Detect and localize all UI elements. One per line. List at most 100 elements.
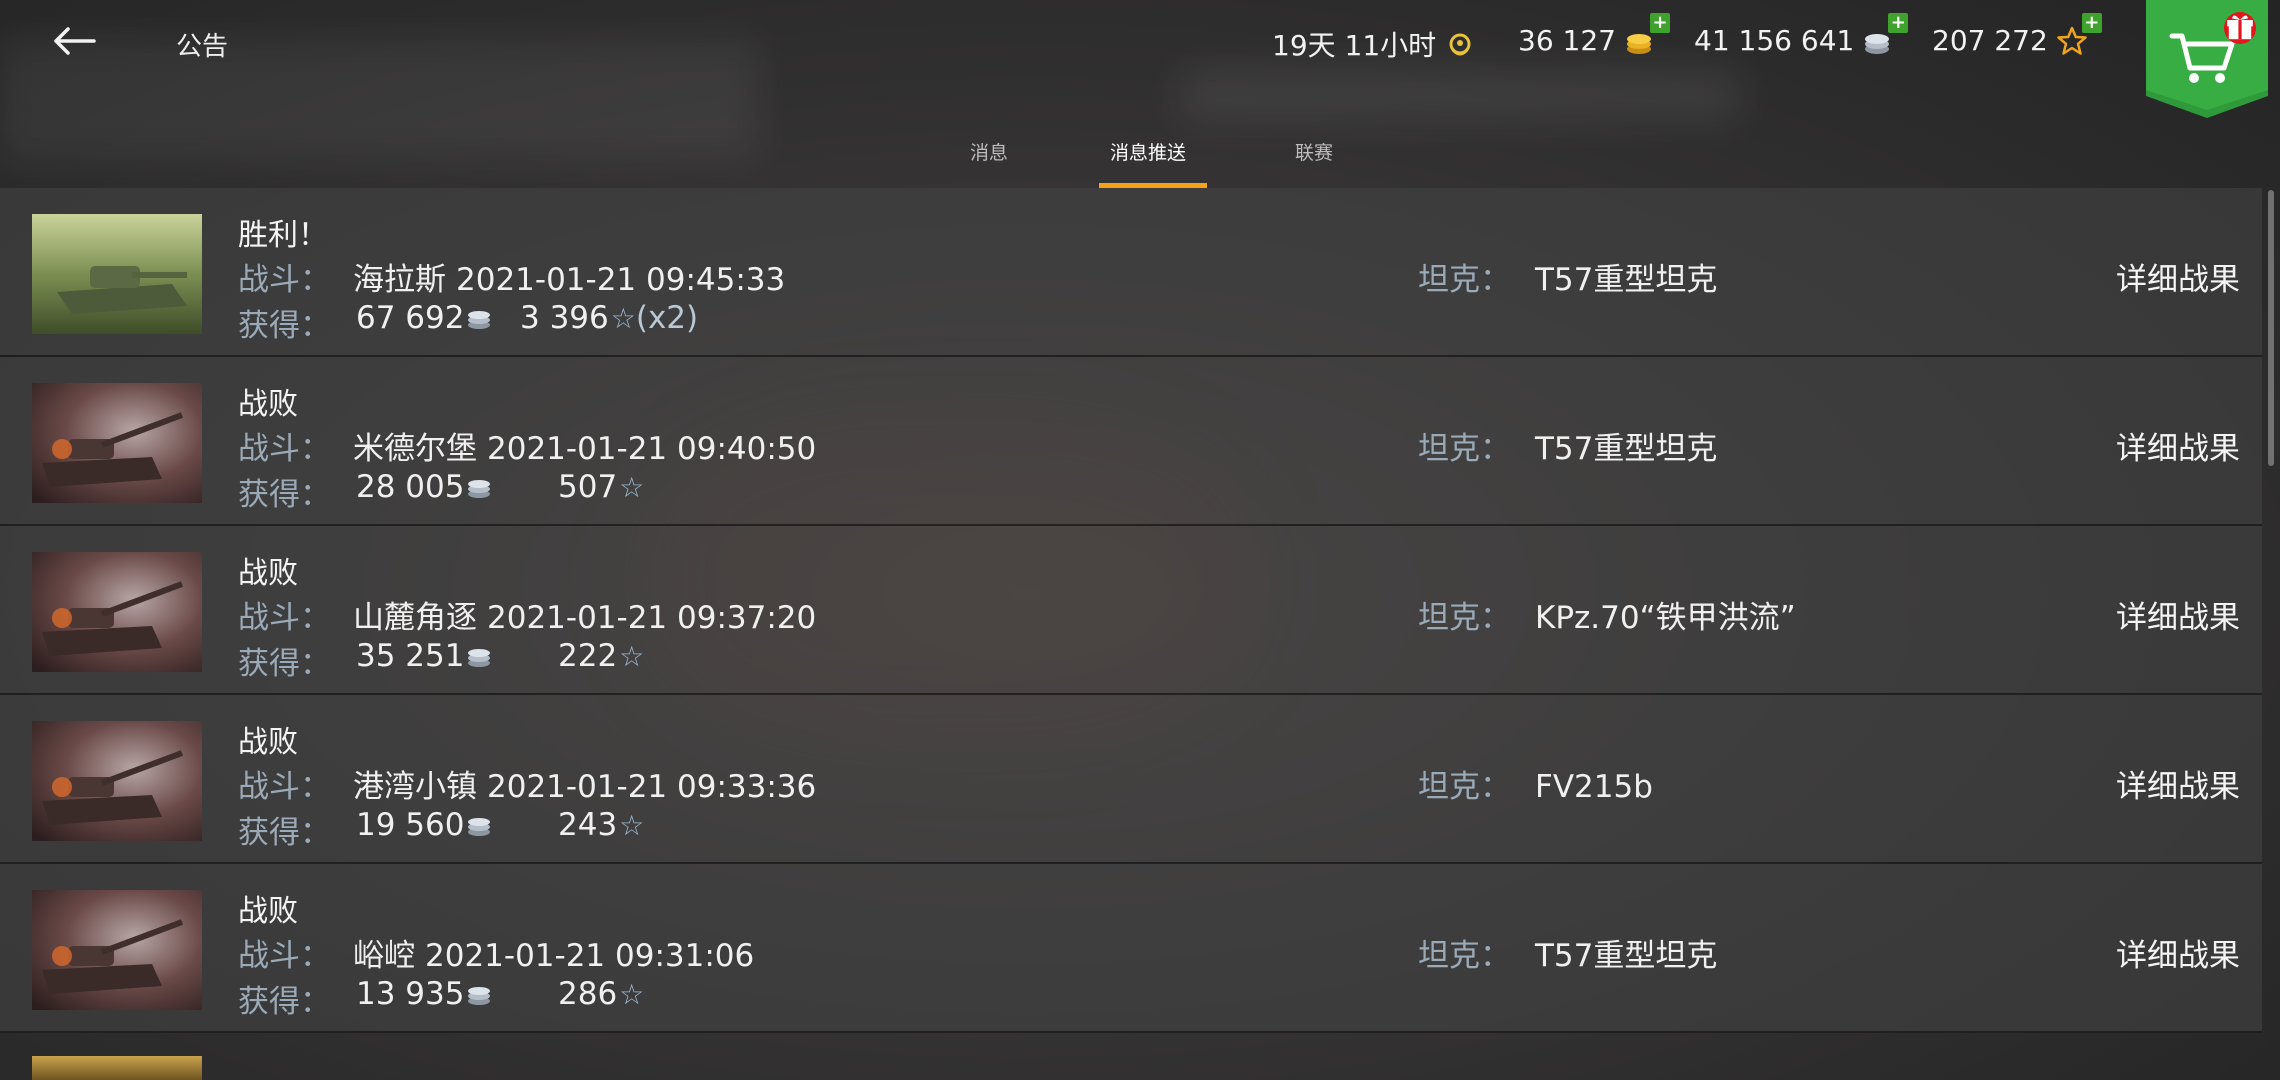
tank-label: 坦克：	[1418, 262, 1511, 298]
premium-timer-value: 19天 11小时	[1272, 29, 1437, 62]
credits-earned-value: 28 005	[356, 469, 465, 505]
tank-label: 坦克：	[1418, 769, 1511, 805]
earned-label: 获得：	[238, 646, 331, 682]
battle-result: 胜利！	[238, 218, 328, 253]
earnings: 获得： 67 692 3 396☆(x2)	[238, 300, 698, 345]
earned-label: 获得：	[238, 984, 331, 1020]
tank-label: 坦克：	[1418, 431, 1511, 467]
details-button[interactable]: 详细战果	[2116, 423, 2240, 468]
credits-earned: 19 560	[356, 807, 492, 843]
battle-info: 战斗： 米德尔堡 2021-01-21 09:40:50	[238, 423, 816, 468]
next-list-item-thumbnail	[32, 1056, 202, 1080]
earnings: 获得： 19 560 243☆	[238, 807, 644, 852]
battle-info: 战斗： 海拉斯 2021-01-21 09:45:33	[238, 254, 785, 299]
earned-label: 获得：	[238, 477, 331, 513]
gold-value: 36 127	[1518, 24, 1616, 57]
tab-league[interactable]: 联赛	[1295, 138, 1333, 165]
credits-earned: 67 692	[356, 300, 492, 336]
arrow-left-icon	[54, 27, 96, 55]
battle-label: 战斗：	[238, 769, 331, 805]
silver-coins-icon	[468, 480, 491, 498]
xp-multiplier: (x2)	[635, 300, 699, 336]
buy-gold-plus-button[interactable]: +	[1649, 12, 1670, 33]
list-item[interactable]: 战败 战斗： 峪崆 2021-01-21 09:31:06 获得： 13 935 2…	[0, 864, 2262, 1033]
details-button[interactable]: 详细战果	[2116, 592, 2240, 637]
premium-laurel-icon	[1444, 28, 1476, 60]
silver-coins-icon	[468, 818, 491, 836]
star-icon: ☆	[619, 640, 645, 673]
battle-datetime: 2021-01-21 09:37:20	[487, 600, 817, 636]
earnings: 获得： 28 005 507☆	[238, 469, 644, 514]
free-xp-value: 207 272	[1932, 24, 2048, 57]
buy-credits-plus-button[interactable]: +	[1888, 12, 1909, 33]
xp-earned: 243☆	[558, 807, 644, 843]
defeat-thumbnail	[32, 383, 202, 503]
xp-earned-value: 3 396	[520, 300, 609, 336]
victory-thumbnail	[32, 214, 202, 334]
tank-info: 坦克： KPz.70“铁甲洪流”	[1418, 592, 1796, 637]
xp-earned: 222☆	[558, 638, 644, 674]
earned-label: 获得：	[238, 308, 331, 344]
xp-earned-value: 286	[558, 976, 618, 1012]
tab-push-messages[interactable]: 消息推送	[1110, 138, 1186, 165]
shop-button[interactable]	[2146, 0, 2268, 118]
tank-name: KPz.70“铁甲洪流”	[1535, 600, 1796, 636]
earnings: 获得： 35 251 222☆	[238, 638, 644, 683]
credits-earned: 13 935	[356, 976, 492, 1012]
tank-info: 坦克： T57重型坦克	[1418, 423, 1717, 468]
battle-info: 战斗： 峪崆 2021-01-21 09:31:06	[238, 930, 754, 975]
battle-label: 战斗：	[238, 431, 331, 467]
map-name: 山麓角逐	[353, 600, 477, 636]
credits-earned-value: 19 560	[356, 807, 465, 843]
list-item[interactable]: 战败 战斗： 港湾小镇 2021-01-21 09:33:36 获得： 19 560…	[0, 695, 2262, 864]
xp-earned-value: 507	[558, 469, 618, 505]
premium-timer[interactable]: 19天 11小时	[1272, 24, 1476, 64]
battle-result: 战败	[238, 387, 298, 422]
details-button[interactable]: 详细战果	[2116, 761, 2240, 806]
list-item[interactable]: 战败 战斗： 米德尔堡 2021-01-21 09:40:50 获得： 28 005…	[0, 357, 2262, 526]
tank-info: 坦克： T57重型坦克	[1418, 254, 1717, 299]
xp-earned: 286☆	[558, 976, 644, 1012]
page-title: 公告	[176, 32, 229, 62]
battle-datetime: 2021-01-21 09:31:06	[425, 938, 755, 974]
defeat-thumbnail	[32, 890, 202, 1010]
star-icon: ☆	[610, 302, 636, 335]
credits-earned-value: 67 692	[356, 300, 465, 336]
battle-label: 战斗：	[238, 600, 331, 636]
star-icon: ☆	[619, 978, 645, 1011]
scrollbar[interactable]	[2268, 190, 2274, 466]
battle-label: 战斗：	[238, 262, 331, 298]
tank-name: T57重型坦克	[1535, 431, 1718, 467]
list-item[interactable]: 战败 战斗： 山麓角逐 2021-01-21 09:37:20 获得： 35 251…	[0, 526, 2262, 695]
tank-info: 坦克： FV215b	[1418, 761, 1653, 806]
tab-messages[interactable]: 消息	[970, 138, 1008, 165]
details-button[interactable]: 详细战果	[2116, 930, 2240, 975]
battle-datetime: 2021-01-21 09:45:33	[456, 262, 786, 298]
tank-name: T57重型坦克	[1535, 938, 1718, 974]
gift-icon	[2224, 12, 2256, 44]
credits-earned: 35 251	[356, 638, 492, 674]
battle-info: 战斗： 山麓角逐 2021-01-21 09:37:20	[238, 592, 816, 637]
back-button[interactable]	[44, 14, 104, 68]
credits-earned-value: 35 251	[356, 638, 465, 674]
battle-info: 战斗： 港湾小镇 2021-01-21 09:33:36	[238, 761, 816, 806]
battle-datetime: 2021-01-21 09:33:36	[487, 769, 817, 805]
xp-earned: 3 396☆(x2)	[520, 300, 698, 336]
battle-result: 战败	[238, 894, 298, 929]
tab-bar: 消息 消息推送 联赛	[0, 124, 2280, 188]
xp-earned: 507☆	[558, 469, 644, 505]
credits-earned: 28 005	[356, 469, 492, 505]
buy-free-xp-plus-button[interactable]: +	[2081, 12, 2102, 33]
tank-label: 坦克：	[1418, 938, 1511, 974]
tank-name: T57重型坦克	[1535, 262, 1718, 298]
details-button[interactable]: 详细战果	[2116, 254, 2240, 299]
credits-balance: 41 156 641 +	[1694, 12, 1909, 57]
silver-coins-icon	[468, 987, 491, 1005]
map-name: 海拉斯	[353, 262, 446, 298]
tank-label: 坦克：	[1418, 600, 1511, 636]
tank-info: 坦克： T57重型坦克	[1418, 930, 1717, 975]
gold-coins-icon: +	[1624, 12, 1670, 57]
earned-label: 获得：	[238, 815, 331, 851]
list-item[interactable]: 胜利！ 战斗： 海拉斯 2021-01-21 09:45:33 获得： 67 692…	[0, 188, 2262, 357]
free-xp-balance: 207 272 +	[1932, 12, 2102, 57]
